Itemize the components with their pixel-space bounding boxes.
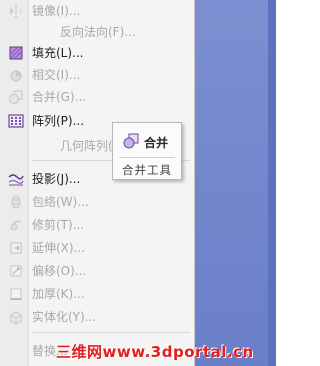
offset-icon	[10, 265, 22, 277]
menu-item-label: 合并(G)...	[32, 90, 87, 104]
solidify-icon	[10, 311, 22, 325]
tooltip-separator	[119, 157, 175, 158]
menu-item-mirror[interactable]: 镜像(I)...	[0, 0, 195, 22]
menu-item-merge[interactable]: 合并(G)...	[0, 86, 195, 108]
project-icon	[8, 174, 24, 186]
merge-tooltip: 合并 合并工具	[112, 122, 182, 180]
menu-item-label: 偏移(O)...	[32, 264, 87, 278]
tooltip-title: 合并	[144, 136, 169, 150]
menu-item-reverse-normal[interactable]: 反向法向(F)...	[0, 21, 195, 43]
intersect-icon	[10, 70, 22, 82]
menu-item-label: 相交(I)...	[32, 68, 81, 82]
menu-item-solidify[interactable]: 实体化(Y)...	[0, 306, 195, 328]
menu-item-label: 实体化(Y)...	[32, 310, 97, 324]
menu-item-label: 反向法向(F)...	[60, 25, 136, 39]
site-watermark: 三维网www.3dportal.cn	[56, 343, 254, 361]
merge-icon	[9, 90, 23, 104]
menu-item-intersect[interactable]: 相交(I)...	[0, 64, 195, 86]
merge-icon	[123, 133, 139, 149]
mirror-icon	[10, 4, 22, 18]
menu-item-offset[interactable]: 偏移(O)...	[0, 260, 195, 282]
fill-icon	[9, 46, 23, 60]
wrap-icon	[11, 195, 21, 209]
menu-item-wrap[interactable]: 包络(W)...	[0, 191, 195, 213]
menu-item-extend[interactable]: 延伸(X)...	[0, 237, 195, 259]
extend-icon	[10, 242, 22, 254]
edit-dropdown-menu: 镜像(I)... 反向法向(F)... 填充(L)... 相交(I)... 合并…	[0, 0, 195, 366]
menu-item-label: 填充(L)...	[32, 46, 84, 60]
panel-stripe	[268, 0, 276, 366]
menu-item-label: 镜像(I)...	[32, 4, 81, 18]
thicken-icon	[10, 288, 22, 300]
menu-item-label: 修剪(T)...	[32, 218, 85, 232]
menu-item-trim[interactable]: 修剪(T)...	[0, 214, 195, 236]
background-panel	[195, 0, 276, 366]
trim-icon	[10, 220, 22, 231]
menu-item-label: 投影(J)...	[32, 172, 81, 186]
menu-item-label: 阵列(P)...	[32, 114, 85, 128]
tooltip-description: 合并工具	[122, 163, 172, 177]
menu-item-thicken[interactable]: 加厚(K)...	[0, 283, 195, 305]
menu-item-fill[interactable]: 填充(L)...	[0, 42, 195, 64]
array-icon	[8, 114, 24, 128]
menu-item-label: 延伸(X)...	[32, 241, 86, 255]
menu-separator	[32, 332, 190, 333]
menu-item-label: 加厚(K)...	[32, 287, 85, 301]
menu-item-label: 包络(W)...	[32, 195, 89, 209]
